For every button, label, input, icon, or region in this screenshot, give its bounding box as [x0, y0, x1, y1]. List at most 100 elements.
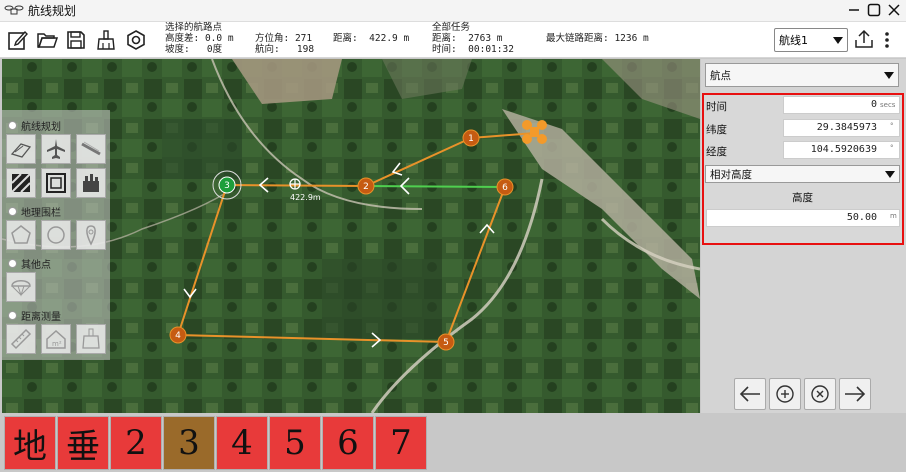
window-title: 航线规划	[28, 4, 77, 18]
segment-distance-readout: 距离: 422.9 m	[333, 33, 410, 44]
building-scan-button[interactable]	[76, 168, 106, 198]
folder-open-icon[interactable]	[36, 29, 58, 51]
height-label: 高度	[792, 192, 813, 204]
minimize-button[interactable]	[846, 1, 862, 19]
tile-ground[interactable]: 地	[4, 416, 56, 470]
svg-text:m²: m²	[52, 340, 62, 348]
title-bar: 航线规划	[0, 0, 906, 22]
tile-waypoint-6[interactable]: 6	[322, 416, 374, 470]
section-route-planning[interactable]: 航线规划	[8, 118, 61, 133]
radio-icon	[8, 259, 17, 268]
app-window: 航线规划 选择的航路点 高度差: 0.0 m 坡度: 0度 方位角: 271 航…	[0, 0, 906, 472]
clear-measure-button[interactable]	[76, 324, 106, 354]
next-waypoint-button[interactable]	[839, 378, 871, 410]
tile-waypoint-7[interactable]: 7	[375, 416, 427, 470]
max-link-distance-readout: 最大链路距离: 1236 m	[546, 33, 649, 44]
close-button[interactable]	[886, 1, 902, 19]
pentagon-icon	[11, 225, 31, 244]
survey-path-icon	[10, 143, 32, 158]
ruler-button[interactable]	[6, 324, 36, 354]
aircraft-route-button[interactable]	[41, 134, 71, 164]
tile-waypoint-3[interactable]: 3	[163, 416, 215, 470]
svg-text:6: 6	[502, 183, 508, 193]
section-other-points[interactable]: 其他点	[8, 256, 51, 271]
close-icon	[888, 4, 900, 16]
chevron-down-icon	[884, 72, 894, 79]
longitude-label: 经度	[706, 146, 727, 158]
maximize-button[interactable]	[866, 1, 882, 19]
radio-icon	[8, 311, 17, 320]
upload-icon[interactable]	[853, 28, 875, 50]
airplane-icon	[47, 139, 65, 159]
svg-text:2: 2	[363, 182, 369, 192]
corridor-route-button[interactable]	[76, 134, 106, 164]
mission-time-readout: 时间: 00:01:32	[432, 44, 514, 55]
plus-circle-icon	[776, 385, 794, 403]
height-field[interactable]: 50.00	[706, 209, 900, 227]
delete-waypoint-button[interactable]	[804, 378, 836, 410]
point-fence-button[interactable]	[76, 220, 106, 250]
latitude-field[interactable]: 29.3845973	[783, 119, 900, 137]
building-icon	[83, 174, 99, 192]
more-menu-icon[interactable]	[880, 29, 894, 51]
frame-area-button[interactable]	[41, 168, 71, 198]
mission-heading: 全部任务	[432, 22, 471, 33]
altitude-mode-select[interactable]: 相对高度	[705, 165, 900, 183]
close-circle-icon	[811, 385, 829, 403]
tile-waypoint-5[interactable]: 5	[269, 416, 321, 470]
svg-text:5: 5	[443, 338, 449, 348]
previous-waypoint-button[interactable]	[734, 378, 766, 410]
chevron-down-icon	[885, 171, 895, 178]
waypoint-5[interactable]: 5	[437, 333, 455, 351]
parachute-icon	[11, 280, 31, 297]
hatch-area-button[interactable]	[6, 168, 36, 198]
settings-icon[interactable]	[125, 29, 147, 51]
survey-route-button[interactable]	[6, 134, 36, 164]
waypoint-6[interactable]: 6	[496, 178, 514, 196]
waypoint-2[interactable]: 2	[357, 177, 375, 195]
svg-text:4: 4	[175, 331, 181, 341]
item-type-select[interactable]: 航点	[705, 63, 899, 87]
latitude-unit: °	[890, 122, 894, 130]
section-geofence[interactable]: 地理围栏	[8, 204, 61, 219]
arrow-right-icon	[845, 386, 866, 402]
svg-text:1: 1	[468, 134, 474, 144]
polygon-fence-button[interactable]	[6, 220, 36, 250]
circle-fence-button[interactable]	[41, 220, 71, 250]
tile-waypoint-2[interactable]: 2	[110, 416, 162, 470]
time-label: 时间	[706, 101, 727, 113]
parachute-point-button[interactable]	[6, 272, 36, 302]
height-diff-readout: 高度差: 0.0 m	[165, 33, 234, 44]
height-unit: m	[890, 212, 897, 220]
bearing-readout: 方位角: 271	[255, 33, 313, 44]
waypoint-strip: 地 垂 2 3 4 5 6 7	[0, 414, 906, 472]
map-pin-icon	[86, 225, 96, 246]
tile-vertical[interactable]: 垂	[57, 416, 109, 470]
svg-text:3: 3	[224, 181, 230, 191]
waypoint-4[interactable]: 4	[169, 326, 187, 344]
frame-area-icon	[46, 173, 66, 193]
selected-point-heading: 选择的航路点	[165, 22, 223, 33]
chevron-down-icon	[833, 37, 843, 44]
add-waypoint-button[interactable]	[769, 378, 801, 410]
corridor-icon	[81, 141, 101, 156]
latitude-label: 纬度	[706, 124, 727, 136]
longitude-unit: °	[890, 144, 894, 152]
left-tools-panel: 航线规划 地理围栏 其他点 距离测量 m²	[2, 110, 110, 360]
time-unit: secs	[880, 101, 896, 109]
course-readout: 航向: 198	[255, 44, 315, 55]
radio-icon	[8, 207, 17, 216]
section-distance-measure[interactable]: 距离测量	[8, 308, 61, 323]
edit-icon[interactable]	[7, 29, 29, 51]
longitude-field[interactable]: 104.5920639	[783, 141, 900, 159]
tile-waypoint-4[interactable]: 4	[216, 416, 268, 470]
waypoint-1[interactable]: 1	[462, 129, 480, 147]
save-icon[interactable]	[65, 29, 87, 51]
minimize-icon	[849, 9, 859, 11]
route-select-value: 航线1	[779, 34, 808, 47]
route-select[interactable]: 航线1	[774, 28, 848, 52]
maximize-icon	[867, 3, 881, 17]
clear-brush-icon	[82, 328, 100, 349]
area-measure-button[interactable]: m²	[41, 324, 71, 354]
clear-brush-icon[interactable]	[95, 29, 117, 51]
